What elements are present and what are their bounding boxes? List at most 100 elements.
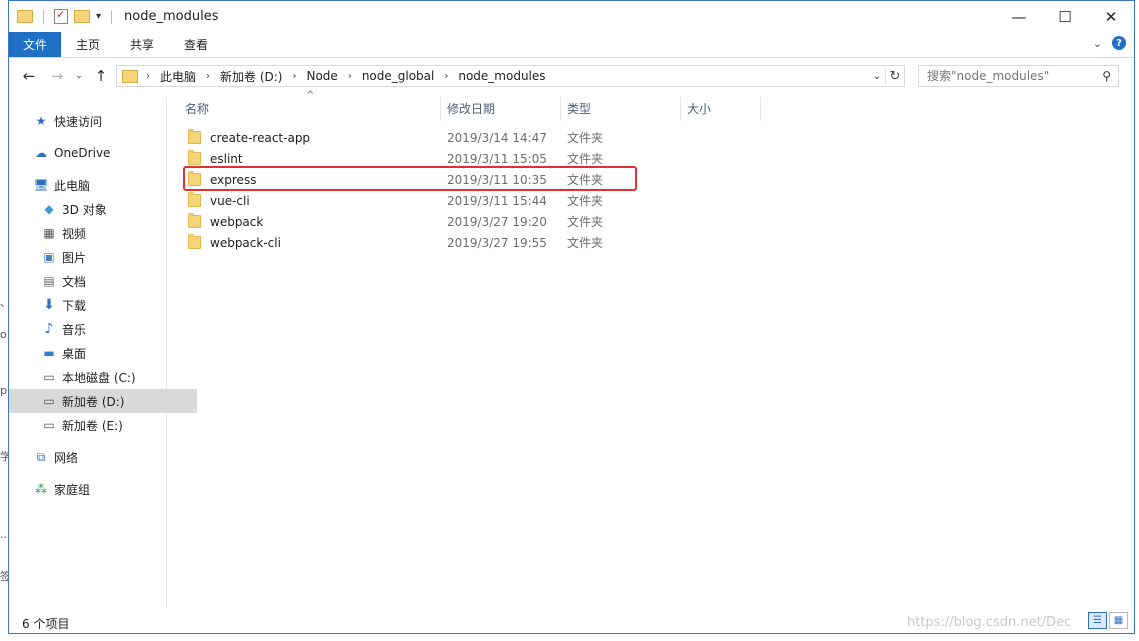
sidebar-item-label: OneDrive [54, 146, 111, 160]
chevron-down-icon[interactable]: ⌄ [869, 71, 885, 82]
column-header-modified[interactable]: 修改日期 [447, 97, 559, 119]
music-icon: ♪ [44, 321, 54, 337]
maximize-button[interactable]: ☐ [1042, 1, 1088, 32]
customize-dropdown-icon[interactable]: ▾ [96, 11, 101, 22]
new-folder-icon[interactable] [74, 10, 90, 23]
sidebar-item-3d-objects[interactable]: ◆ 3D 对象 [9, 197, 197, 221]
forward-arrow-icon[interactable]: → [45, 63, 69, 89]
column-header-type[interactable]: 类型 [567, 97, 679, 119]
file-name: eslint [210, 151, 243, 166]
file-row[interactable]: vue-cli 2019/3/11 15:44 文件夹 [179, 190, 639, 211]
sidebar-item-label: 快速访问 [54, 114, 103, 129]
chevron-right-icon[interactable]: › [146, 71, 150, 82]
chevron-right-icon[interactable]: › [206, 71, 210, 82]
file-type: 文件夹 [567, 131, 604, 145]
file-row[interactable]: webpack-cli 2019/3/27 19:55 文件夹 [179, 232, 639, 253]
document-icon: ▤ [43, 274, 55, 288]
quick-access-toolbar: ▾ [17, 8, 116, 24]
properties-icon[interactable] [54, 8, 68, 24]
toolbar-divider [111, 9, 113, 24]
sidebar-item-network[interactable]: ⧉ 网络 [9, 445, 189, 469]
sidebar-item-label: 文档 [62, 274, 87, 289]
tab-view[interactable]: 查看 [169, 32, 223, 57]
sidebar-item-music[interactable]: ♪ 音乐 [9, 317, 197, 341]
tab-file[interactable]: 文件 [9, 32, 62, 57]
column-divider[interactable] [680, 97, 681, 121]
file-row[interactable]: webpack 2019/3/27 19:20 文件夹 [179, 211, 639, 232]
chevron-right-icon[interactable]: › [292, 71, 296, 82]
file-modified: 2019/3/11 15:44 [447, 193, 547, 208]
folder-icon [188, 192, 201, 207]
sidebar-item-quick-access[interactable]: ★ 快速访问 [9, 109, 189, 133]
sidebar-item-drive-c[interactable]: ▭ 本地磁盘 (C:) [9, 365, 197, 389]
file-row[interactable]: create-react-app 2019/3/14 14:47 文件夹 [179, 127, 639, 148]
help-icon[interactable]: ? [1112, 36, 1126, 50]
column-divider[interactable] [440, 97, 441, 121]
network-icon: ⧉ [36, 449, 46, 464]
sidebar-item-downloads[interactable]: ⬇ 下载 [9, 293, 197, 317]
column-header-size[interactable]: 大小 [687, 97, 759, 119]
folder-icon [122, 69, 138, 83]
view-switcher: ☰ ▦ [1088, 612, 1128, 629]
large-icons-view-icon[interactable]: ▦ [1109, 612, 1128, 629]
file-name: webpack [210, 214, 264, 229]
folder-icon [17, 10, 33, 23]
sidebar-item-onedrive[interactable]: ☁ OneDrive [9, 141, 189, 165]
expand-ribbon-chevron-icon[interactable]: ⌄ [1093, 37, 1102, 50]
chevron-right-icon[interactable]: › [348, 71, 352, 82]
drive-icon: ▭ [43, 394, 55, 408]
breadcrumb-node-global[interactable]: node_global [362, 69, 435, 83]
file-explorer-window: ▾ node_modules — ☐ ✕ 文件 主页 共享 查看 ⌄ ? ← →… [8, 0, 1135, 634]
sidebar-item-drive-e[interactable]: ▭ 新加卷 (E:) [9, 413, 197, 437]
sidebar-item-videos[interactable]: ▦ 视频 [9, 221, 197, 245]
sidebar-item-pictures[interactable]: ▣ 图片 [9, 245, 197, 269]
tab-home[interactable]: 主页 [61, 32, 115, 57]
homegroup-icon: ⁂ [35, 482, 47, 496]
column-divider[interactable] [760, 97, 761, 121]
search-icon[interactable]: ⚲ [1102, 69, 1111, 83]
recent-locations-chevron-icon[interactable]: ⌄ [71, 63, 87, 89]
file-modified: 2019/3/14 14:47 [447, 130, 547, 145]
sidebar-item-this-pc[interactable]: 🖥 此电脑 [9, 173, 189, 197]
column-divider[interactable] [560, 97, 561, 121]
sidebar-item-documents[interactable]: ▤ 文档 [9, 269, 197, 293]
address-bar[interactable]: › 此电脑 › 新加卷 (D:) › Node › node_global › … [116, 65, 905, 87]
breadcrumb-node-modules[interactable]: node_modules [458, 69, 545, 83]
download-icon: ⬇ [43, 297, 55, 313]
sidebar-item-homegroup[interactable]: ⁂ 家庭组 [9, 477, 189, 501]
chevron-right-icon[interactable]: › [444, 71, 448, 82]
file-modified: 2019/3/27 19:55 [447, 235, 547, 250]
folder-icon [188, 234, 201, 249]
desktop-icon: ▬ [43, 346, 55, 360]
sidebar-item-desktop[interactable]: ▬ 桌面 [9, 341, 197, 365]
breadcrumb-this-pc[interactable]: 此电脑 [160, 68, 196, 85]
ribbon-right-controls: ⌄ ? [1093, 36, 1126, 50]
minimize-button[interactable]: — [996, 1, 1042, 32]
up-arrow-icon[interactable]: ↑ [91, 63, 111, 89]
file-type: 文件夹 [567, 236, 604, 250]
details-view-icon[interactable]: ☰ [1088, 612, 1107, 629]
sidebar-item-label: 网络 [54, 450, 79, 465]
search-input[interactable] [927, 69, 1099, 83]
computer-icon: 🖥 [33, 178, 49, 192]
breadcrumb-node[interactable]: Node [306, 69, 337, 83]
navigation-bar: ← → ⌄ ↑ › 此电脑 › 新加卷 (D:) › Node › node_g… [9, 63, 1134, 89]
close-button[interactable]: ✕ [1088, 1, 1134, 32]
sidebar-item-label: 家庭组 [54, 482, 91, 497]
file-name: vue-cli [210, 193, 250, 208]
breadcrumb-drive-d[interactable]: 新加卷 (D:) [220, 68, 282, 85]
window-controls: — ☐ ✕ [996, 1, 1134, 32]
refresh-icon[interactable]: ↻ [885, 68, 904, 84]
sidebar-item-drive-d[interactable]: ▭ 新加卷 (D:) [9, 389, 197, 413]
video-icon: ▦ [43, 226, 55, 240]
folder-icon [188, 150, 201, 165]
file-modified: 2019/3/11 15:05 [447, 151, 547, 166]
search-box[interactable]: ⚲ [918, 65, 1119, 87]
tab-share[interactable]: 共享 [115, 32, 169, 57]
back-arrow-icon[interactable]: ← [17, 63, 41, 89]
file-type: 文件夹 [567, 152, 604, 166]
file-name: create-react-app [210, 130, 311, 145]
toolbar-divider [43, 9, 44, 24]
highlight-annotation [183, 166, 637, 191]
column-header-name[interactable]: 名称 [185, 97, 439, 119]
